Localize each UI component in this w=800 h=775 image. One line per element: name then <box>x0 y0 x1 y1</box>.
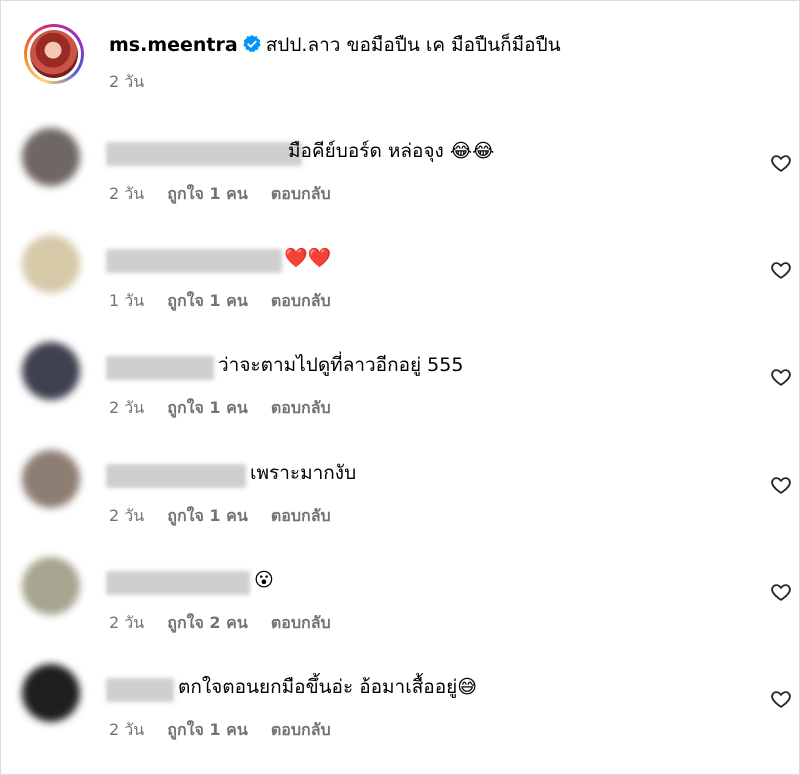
comment-meta: 2 วัน ถูกใจ 2 คน ตอบกลับ <box>109 611 349 636</box>
heart-outline-icon[interactable] <box>770 581 792 603</box>
comment-item: ว่าจะตามไปดูที่ลาวอีกอยู่ 555 2 วัน ถูกใ… <box>22 342 792 432</box>
comment-likes[interactable]: ถูกใจ 1 คน <box>167 291 247 310</box>
commenter-avatar[interactable] <box>22 557 80 615</box>
heart-outline-icon[interactable] <box>770 688 792 710</box>
comment-item: ตกใจตอนยกมือขึ้นอ่ะ อ้อมาเสื้ออยู่😅 2 วั… <box>22 664 792 754</box>
comment-text: มือคีย์บอร์ด หล่อจุง 😂😂 <box>288 140 495 162</box>
comment-time[interactable]: 2 วัน <box>109 720 144 739</box>
reply-button[interactable]: ตอบกลับ <box>271 720 331 739</box>
comment-item: มือคีย์บอร์ด หล่อจุง 😂😂 2 วัน ถูกใจ 1 คน… <box>22 128 792 218</box>
comment-item: ❤️❤️ 1 วัน ถูกใจ 1 คน ตอบกลับ <box>22 235 792 325</box>
comment-time[interactable]: 2 วัน <box>109 613 144 632</box>
comment-item: เพราะมากงับ 2 วัน ถูกใจ 1 คน ตอบกลับ <box>22 450 792 540</box>
reply-button[interactable]: ตอบกลับ <box>271 398 331 417</box>
commenter-username-redacted <box>106 249 282 273</box>
comment-likes[interactable]: ถูกใจ 1 คน <box>167 398 247 417</box>
comment-time[interactable]: 2 วัน <box>109 184 144 203</box>
comment-likes[interactable]: ถูกใจ 2 คน <box>167 613 247 632</box>
reply-button[interactable]: ตอบกลับ <box>271 291 331 310</box>
author-username[interactable]: ms.meentra <box>109 34 238 56</box>
heart-outline-icon[interactable] <box>770 259 792 281</box>
comment-time[interactable]: 1 วัน <box>109 291 144 310</box>
commenter-username-redacted <box>106 356 214 380</box>
reply-button[interactable]: ตอบกลับ <box>271 184 331 203</box>
commenter-username-redacted <box>106 678 174 702</box>
comment-item: 😮 2 วัน ถูกใจ 2 คน ตอบกลับ <box>22 557 792 647</box>
comment-meta: 2 วัน ถูกใจ 1 คน ตอบกลับ <box>109 718 349 743</box>
commenter-username-redacted <box>106 464 246 488</box>
comment-likes[interactable]: ถูกใจ 1 คน <box>167 184 247 203</box>
commenter-avatar[interactable] <box>22 664 80 722</box>
reply-button[interactable]: ตอบกลับ <box>271 506 331 525</box>
commenter-username-redacted <box>106 142 302 166</box>
comment-meta: 2 วัน ถูกใจ 1 คน ตอบกลับ <box>109 504 349 529</box>
post-caption: ms.meentra สปป.ลาว ขอมือปืน เค มือปืนก็มื… <box>24 20 780 100</box>
heart-outline-icon[interactable] <box>770 152 792 174</box>
comment-text: ❤️❤️ <box>284 247 332 269</box>
comment-meta: 2 วัน ถูกใจ 1 คน ตอบกลับ <box>109 182 349 207</box>
caption-line: ms.meentra สปป.ลาว ขอมือปืน เค มือปืนก็มื… <box>109 32 561 58</box>
comment-text: 😮 <box>254 569 274 591</box>
comment-meta: 2 วัน ถูกใจ 1 คน ตอบกลับ <box>109 396 349 421</box>
commenter-username-redacted <box>106 571 250 595</box>
post-timestamp[interactable]: 2 วัน <box>109 70 144 95</box>
heart-outline-icon[interactable] <box>770 366 792 388</box>
comment-meta: 1 วัน ถูกใจ 1 คน ตอบกลับ <box>109 289 349 314</box>
comment-likes[interactable]: ถูกใจ 1 คน <box>167 720 247 739</box>
reply-button[interactable]: ตอบกลับ <box>271 613 331 632</box>
commenter-avatar[interactable] <box>22 235 80 293</box>
comment-text: ว่าจะตามไปดูที่ลาวอีกอยู่ 555 <box>218 354 464 376</box>
comment-time[interactable]: 2 วัน <box>109 506 144 525</box>
comment-likes[interactable]: ถูกใจ 1 คน <box>167 506 247 525</box>
comment-time[interactable]: 2 วัน <box>109 398 144 417</box>
heart-outline-icon[interactable] <box>770 474 792 496</box>
author-avatar[interactable] <box>24 24 84 84</box>
commenter-avatar[interactable] <box>22 450 80 508</box>
verified-badge-icon <box>242 34 261 53</box>
comment-text: ตกใจตอนยกมือขึ้นอ่ะ อ้อมาเสื้ออยู่😅 <box>178 676 478 698</box>
caption-text: สปป.ลาว ขอมือปืน เค มือปืนก็มือปืน <box>265 34 561 56</box>
commenter-avatar[interactable] <box>22 128 80 186</box>
comment-text: เพราะมากงับ <box>250 462 357 484</box>
commenter-avatar[interactable] <box>22 342 80 400</box>
